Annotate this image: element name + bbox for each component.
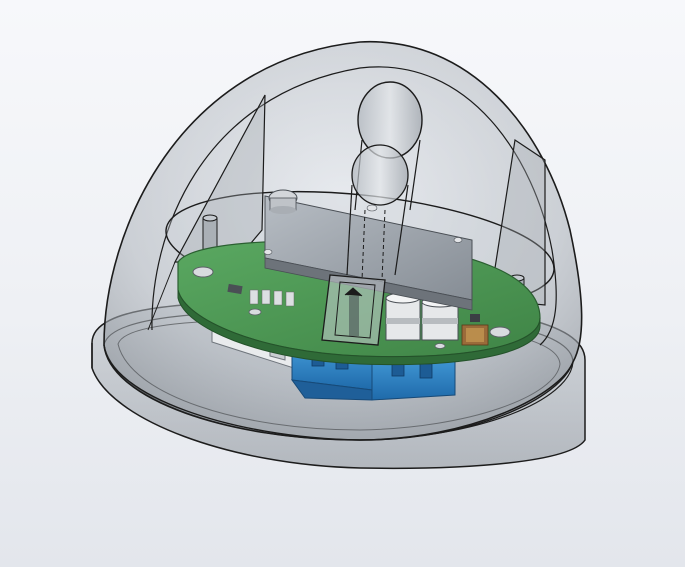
- cad-viewport[interactable]: [0, 0, 685, 567]
- enclosure-model: [91, 41, 586, 470]
